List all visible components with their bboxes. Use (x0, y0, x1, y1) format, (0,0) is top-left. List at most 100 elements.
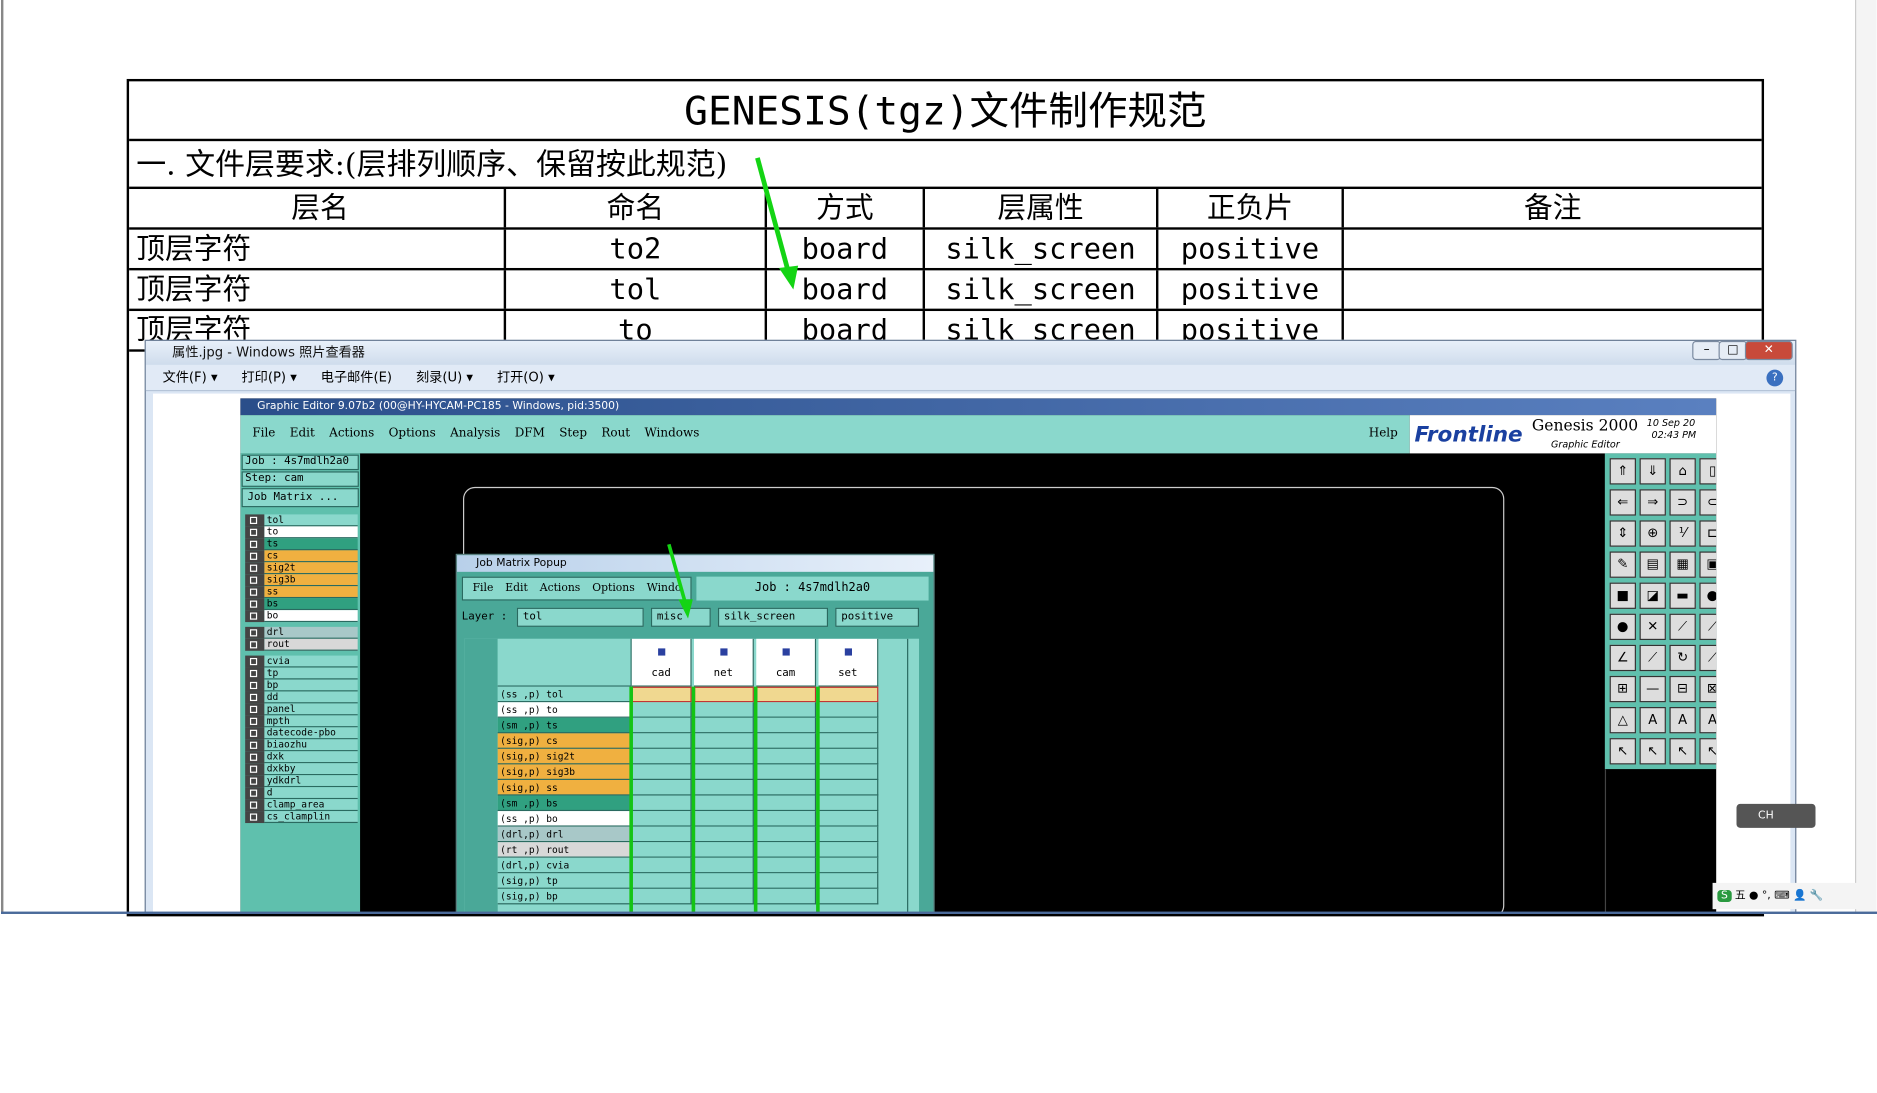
tool-icon[interactable]: ⊃ (1669, 489, 1696, 516)
layer-checkbox[interactable] (245, 679, 265, 692)
tool-icon[interactable]: ✎ (1609, 551, 1636, 578)
matrix-row-label[interactable]: (ss ,p) tol (497, 686, 632, 703)
help-icon[interactable]: ? (1766, 369, 1784, 387)
tool-icon[interactable]: ⅟ (1669, 520, 1696, 547)
layer-checkbox[interactable] (245, 727, 265, 740)
matrix-cell[interactable] (756, 702, 817, 718)
genesis-menu-step[interactable]: Step (559, 415, 587, 453)
matrix-row-label[interactable]: (drl,p) drl (497, 826, 632, 843)
genesis-menu-file[interactable]: File (252, 415, 275, 453)
tool-icon[interactable]: ● (1609, 613, 1636, 641)
matrix-cell[interactable] (631, 717, 692, 734)
matrix-cell[interactable] (631, 888, 692, 905)
tool-icon[interactable]: △ (1609, 707, 1636, 734)
matrix-cell[interactable] (631, 826, 692, 843)
matrix-cell[interactable] (818, 842, 879, 858)
layer-row[interactable]: cs_clamplin (245, 811, 358, 824)
menu-burn[interactable]: 刻录(U) ▾ (416, 365, 473, 390)
matrix-menu-edit[interactable]: Edit (505, 578, 528, 600)
matrix-menu-actions[interactable]: Actions (540, 578, 581, 600)
matrix-cell[interactable] (756, 842, 817, 858)
genesis-menu-dfm[interactable]: DFM (515, 415, 545, 453)
layer-checkbox[interactable] (245, 638, 265, 651)
matrix-cell[interactable] (818, 733, 879, 749)
layer-context-select[interactable]: silk_screen (717, 607, 829, 627)
matrix-cell[interactable] (694, 717, 754, 734)
matrix-cell[interactable] (694, 779, 754, 796)
matrix-cell[interactable] (631, 748, 692, 765)
tool-icon[interactable]: ↖ (1699, 738, 1717, 765)
matrix-cell[interactable] (818, 702, 879, 718)
tool-icon[interactable]: ⟋ (1639, 644, 1666, 672)
matrix-cell[interactable] (818, 748, 879, 765)
layer-checkbox[interactable] (245, 775, 265, 788)
layer-checkbox[interactable] (245, 610, 265, 623)
matrix-column-header[interactable]: cam (756, 638, 817, 687)
matrix-column-header[interactable]: cad (631, 638, 692, 687)
menu-print[interactable]: 打印(P) ▾ (242, 365, 297, 390)
matrix-cell[interactable] (631, 764, 692, 780)
tool-icon[interactable]: ■ (1609, 582, 1636, 609)
tool-icon[interactable]: ◪ (1639, 582, 1666, 609)
tool-icon[interactable]: A (1639, 707, 1666, 734)
tool-icon[interactable]: ↖ (1639, 738, 1666, 765)
matrix-cell[interactable] (631, 702, 692, 718)
layer-row[interactable]: drl (245, 626, 358, 639)
layer-row[interactable]: ydkdrl (245, 775, 358, 788)
matrix-row-label[interactable]: (sig,p) cs (497, 733, 632, 749)
tool-icon[interactable]: ▣ (1699, 551, 1717, 578)
matrix-cell[interactable] (756, 811, 817, 827)
layer-row[interactable]: cvia (245, 655, 358, 668)
matrix-row-label[interactable]: (sm ,p) bs (497, 795, 632, 812)
layer-checkbox[interactable] (245, 739, 265, 752)
matrix-cell[interactable] (694, 702, 754, 718)
tool-icon[interactable]: ∠ (1609, 644, 1636, 672)
tool-icon[interactable]: ⟋ (1669, 613, 1696, 641)
matrix-cell[interactable] (631, 733, 692, 749)
matrix-row-label[interactable]: (sm ,p) ts (497, 717, 632, 734)
layer-checkbox[interactable] (245, 574, 265, 587)
matrix-row-label[interactable]: (sig,p) tp (497, 873, 632, 889)
matrix-cell[interactable] (694, 764, 754, 780)
menu-file[interactable]: 文件(F) ▾ (163, 365, 218, 390)
matrix-cell[interactable] (694, 795, 754, 812)
layer-row[interactable]: tol (245, 514, 358, 527)
tool-icon[interactable]: ⊕ (1639, 520, 1666, 547)
layer-row[interactable]: to (245, 526, 358, 539)
genesis-menu-actions[interactable]: Actions (329, 415, 374, 453)
tool-icon[interactable]: ⇑ (1609, 458, 1636, 485)
layer-checkbox[interactable] (245, 550, 265, 563)
tool-icon[interactable]: A (1699, 707, 1717, 734)
tool-icon[interactable]: ⊏ (1699, 520, 1717, 547)
input-method-tray[interactable]: S 五 ● °, ⌨ 👤 🔧 (1712, 882, 1875, 910)
layer-row[interactable]: ts (245, 538, 358, 551)
genesis-menu-rout[interactable]: Rout (601, 415, 630, 453)
layer-name-input[interactable]: tol (516, 607, 644, 627)
matrix-row-label[interactable]: (rt ,p) rout (497, 842, 632, 858)
matrix-row-label[interactable]: (sig,p) sig2t (497, 748, 632, 765)
tool-icon[interactable]: ⊂ (1699, 489, 1717, 516)
layer-row[interactable]: dxkby (245, 763, 358, 776)
layer-checkbox[interactable] (245, 691, 265, 704)
matrix-cell[interactable] (818, 888, 879, 905)
job-matrix-button[interactable]: Job Matrix ... (241, 488, 359, 508)
matrix-column-header[interactable]: set (818, 638, 879, 687)
layer-row[interactable]: panel (245, 703, 358, 716)
tool-icon[interactable]: ⊟ (1669, 675, 1696, 703)
matrix-cell[interactable] (756, 686, 817, 703)
matrix-cell[interactable] (818, 873, 879, 889)
layer-row[interactable]: clamp_area (245, 799, 358, 812)
layer-row[interactable]: sig3b (245, 574, 358, 587)
tool-icon[interactable]: ⟋ (1699, 613, 1717, 641)
matrix-cell[interactable] (631, 779, 692, 796)
tool-icon[interactable]: A (1669, 707, 1696, 734)
layer-row[interactable]: mpth (245, 715, 358, 728)
matrix-cell[interactable] (694, 748, 754, 765)
layer-row[interactable]: bo (245, 610, 358, 623)
ime-toolbar[interactable]: CH (1736, 803, 1816, 828)
tool-icon[interactable]: ⇒ (1639, 489, 1666, 516)
vertical-scrollbar[interactable] (1854, 0, 1877, 914)
layer-checkbox[interactable] (245, 655, 265, 668)
layer-checkbox[interactable] (245, 703, 265, 716)
matrix-cell[interactable] (694, 686, 754, 703)
